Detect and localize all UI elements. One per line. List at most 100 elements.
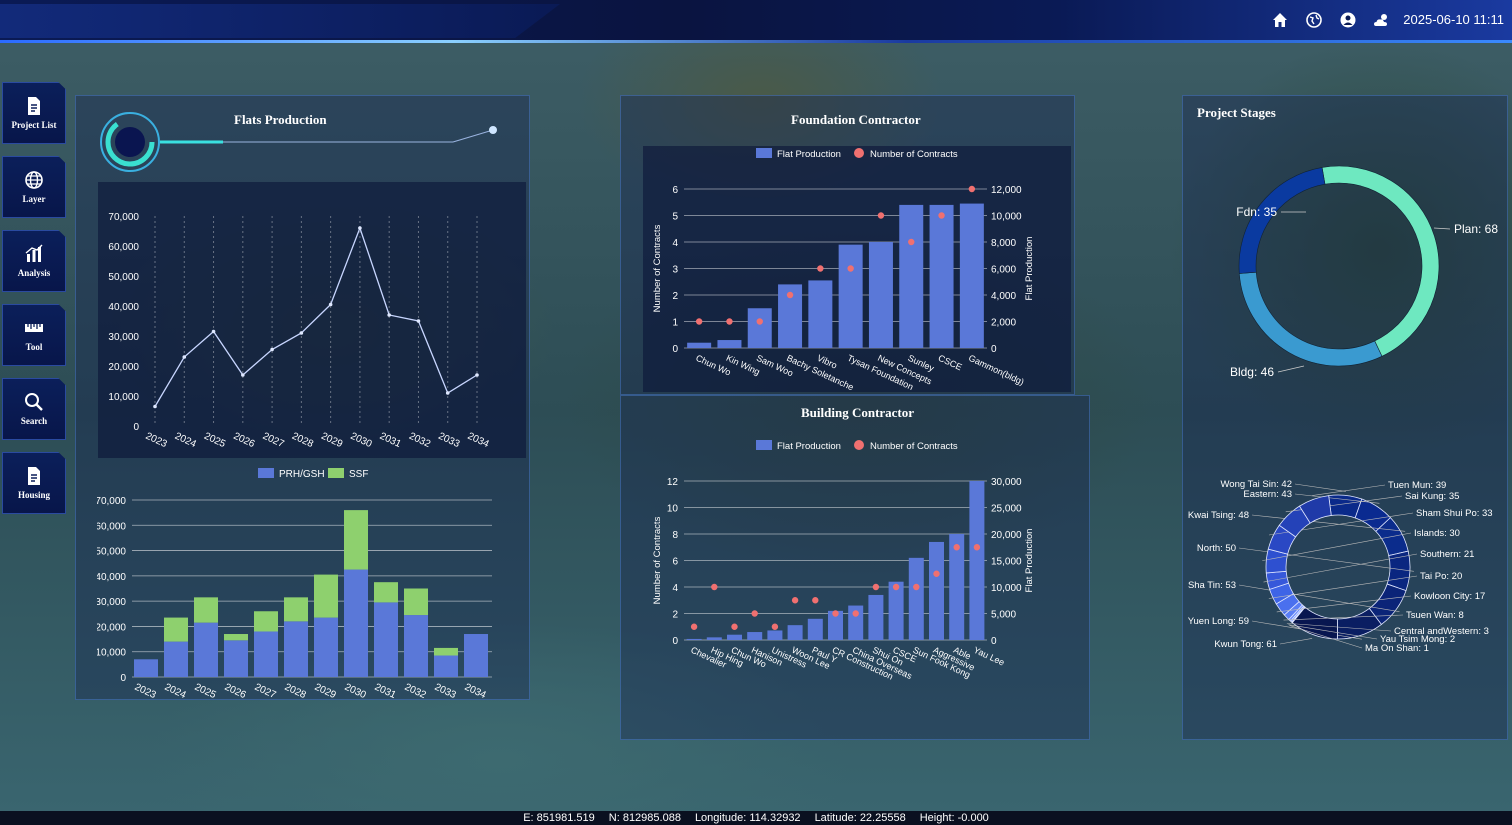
bar [929,204,954,348]
x-tick-label: 2033 [433,682,458,700]
series-line [154,226,478,407]
sidebar-item-project-list[interactable]: Project List [2,82,66,144]
donut-slice [1238,167,1326,274]
y2-tick-label: 30,000 [991,477,1022,488]
x-tick-label: 2031 [378,431,403,451]
sidebar-item-label: Layer [22,194,46,204]
bar [767,630,783,640]
bar [807,618,823,640]
y-tick-label: 20,000 [97,622,126,633]
leader-line [1312,484,1386,496]
slice-label: Tsuen Wan: 8 [1406,610,1464,621]
bar-segment [224,640,248,677]
x-tick-label: Yau Lee [972,645,1006,668]
x-tick-label: 2023 [144,431,169,451]
data-point [153,404,157,409]
foundation-contractor-chart: Flat Production Number of Contracts 0 1 2 3 4 5… [652,148,1035,392]
slice-label: Bldg: 46 [1230,365,1274,379]
scatter-point [756,318,763,325]
scatter-point [731,623,738,630]
legend-label: Flat Production [777,441,841,452]
bar-segment [314,617,338,677]
bar-segment [284,621,308,677]
scatter-point [872,583,880,591]
data-point [270,347,274,352]
sidebar-item-label: Housing [17,490,50,500]
weather-icon[interactable] [1372,10,1392,30]
bar-chart-icon [25,244,43,262]
legend-swatch [258,468,274,478]
sidebar-item-label: Tool [25,342,43,352]
slice-label: Sha Tin: 53 [1188,580,1236,591]
project-stages-donut: Plan: 68 Bldg: 46 Fdn: 35 [1230,165,1498,379]
x-tick-label: 2027 [253,682,278,700]
scatter-point [771,623,779,630]
bar-segment [464,634,488,677]
x-tick-label: 2027 [261,431,286,451]
slice-label: Kwai Tsing: 48 [1188,510,1249,521]
y-axis-label: Number of Contracts [652,516,663,604]
legend-swatch [756,148,772,158]
sidebar-item-label: Search [20,416,48,426]
data-point [182,355,187,359]
district-donut: Wong Tai Sin: 42Eastern: 43Kwai Tsing: 4… [1188,479,1493,654]
home-icon[interactable] [1270,10,1290,30]
bar [687,342,712,348]
y2-tick-label: 0 [991,636,997,647]
scatter-point [913,583,920,591]
bar [908,557,924,640]
scatter-point [877,212,885,219]
bar [747,632,763,640]
y-tick-label: 40,000 [97,572,126,583]
y2-tick-label: 10,000 [991,583,1022,594]
sidebar-item-tool[interactable]: Tool [2,304,66,366]
sidebar-item-layer[interactable]: Layer [2,156,66,218]
top-bar: 2025-06-10 11:11 [0,0,1512,42]
y-tick-label: 70,000 [97,496,126,507]
latitude-readout: Latitude: 22.25558 [814,812,906,824]
legend-label: Number of Contracts [870,149,958,160]
y-tick-label: 10,000 [108,392,139,403]
y-tick-label: 60,000 [108,242,139,253]
user-icon[interactable] [1338,10,1358,30]
bar-segment [194,597,218,623]
x-tick-label: 2025 [202,431,227,451]
y-tick-label: 8 [672,530,678,541]
y2-tick-label: 20,000 [991,530,1022,541]
sidebar-item-search[interactable]: Search [2,378,66,440]
title-plate [0,4,560,38]
bar-segment [224,634,248,641]
easting-readout: E: 851981.519 [523,812,595,824]
bar [727,634,742,640]
y2-tick-label: 2,000 [991,318,1016,329]
panel-title: Project Stages [1197,105,1276,120]
bar-segment [434,647,458,656]
slice-label: Sai Kung: 35 [1405,491,1459,502]
y2-tick-label: 0 [991,344,997,355]
y-tick-label: 6 [672,557,678,568]
data-point [416,319,421,323]
x-tick-label: 2032 [403,682,428,700]
flats-line-chart: 0 10,000 20,000 30,000 40,000 50,000 60,000 70,… [108,212,491,451]
bar [808,280,833,348]
sidebar-item-housing[interactable]: Housing [2,452,66,514]
bar-segment [344,569,368,677]
scatter-point [832,610,839,617]
bar-segment [164,617,188,642]
x-tick-label: 2026 [223,682,248,700]
x-tick-label: 2023 [133,682,158,700]
data-point [358,226,362,230]
y-tick-label: 2 [672,291,678,302]
x-tick-label: 2029 [313,682,338,700]
panel-title: Building Contractor [801,405,915,420]
leader-line [1238,584,1400,613]
datetime: 2025-06-10 11:11 [1403,12,1504,27]
y-tick-label: 30,000 [108,332,139,343]
bar [747,308,772,348]
y2-tick-label: 15,000 [991,557,1022,568]
y2-tick-label: 25,000 [991,504,1022,515]
sidebar-item-analysis[interactable]: Analysis [2,230,66,292]
scatter-point [695,318,703,325]
globe-icon[interactable] [1304,10,1324,30]
bar [868,594,884,640]
